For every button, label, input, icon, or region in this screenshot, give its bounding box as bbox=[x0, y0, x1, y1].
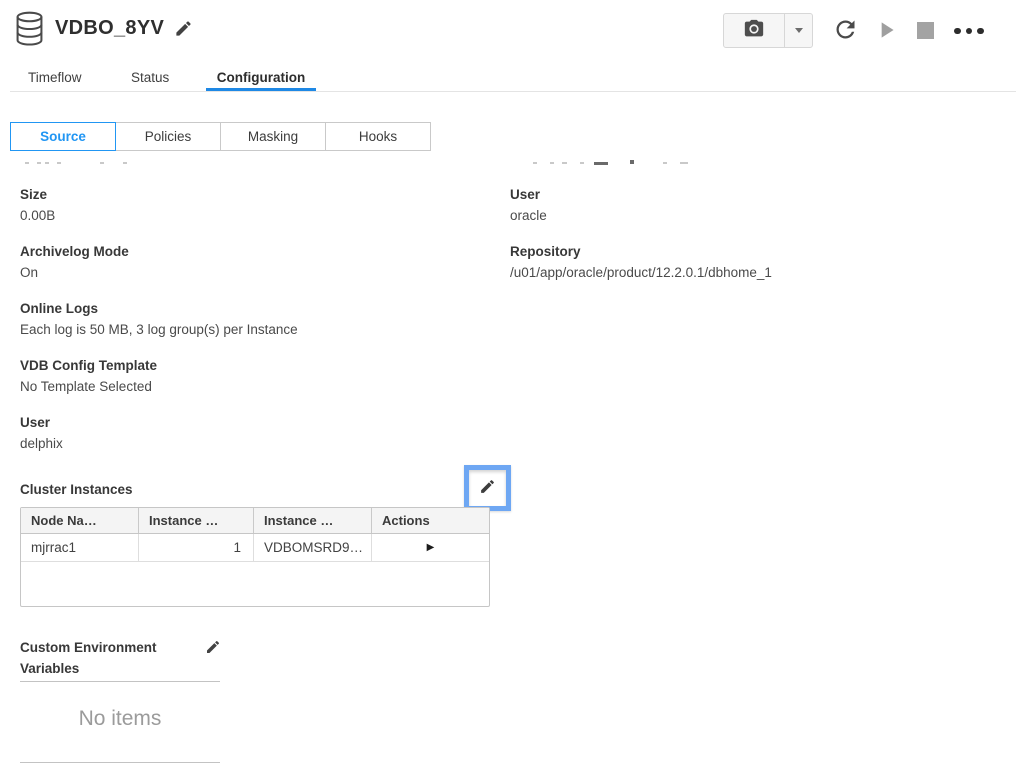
field-repository: Repository /u01/app/oracle/product/12.2.… bbox=[510, 241, 1000, 283]
database-icon bbox=[14, 11, 45, 53]
snapshot-options-button[interactable] bbox=[785, 14, 812, 47]
start-vdb-button[interactable] bbox=[872, 17, 900, 45]
subtab-source[interactable]: Source bbox=[10, 122, 116, 151]
custom-env-divider-top bbox=[20, 681, 220, 682]
play-icon bbox=[873, 17, 899, 46]
vdb-configuration-page: VDBO_8YV Timeflow Status C bbox=[0, 0, 1026, 769]
edit-cluster-instances-button[interactable] bbox=[464, 465, 511, 511]
field-vdb-config-template: VDB Config Template No Template Selected bbox=[20, 355, 490, 397]
field-label: Repository bbox=[510, 241, 1000, 262]
pencil-icon bbox=[479, 478, 496, 498]
column-header-actions[interactable]: Actions bbox=[372, 508, 489, 533]
custom-env-title-line1: Custom Environment bbox=[20, 637, 200, 658]
source-fields-right: User oracle Repository /u01/app/oracle/p… bbox=[510, 184, 1000, 298]
cell-instance-number: 1 bbox=[139, 534, 254, 561]
field-value: No Template Selected bbox=[20, 376, 490, 397]
page-title: VDBO_8YV bbox=[55, 17, 164, 40]
table-header-row: Node Na… Instance … Instance … Actions bbox=[21, 508, 489, 534]
field-value: /u01/app/oracle/product/12.2.0.1/dbhome_… bbox=[510, 262, 1000, 283]
field-archivelog-mode: Archivelog Mode On bbox=[20, 241, 490, 283]
field-label: Size bbox=[20, 184, 490, 205]
pencil-icon bbox=[174, 19, 193, 41]
subtab-policies[interactable]: Policies bbox=[115, 122, 221, 151]
tab-timeflow[interactable]: Timeflow bbox=[28, 70, 82, 85]
configuration-subtabs: Source Policies Masking Hooks bbox=[10, 122, 431, 151]
cell-instance-name: VDBOMSRD9… bbox=[254, 534, 372, 561]
pencil-icon bbox=[205, 639, 221, 658]
field-value: Each log is 50 MB, 3 log group(s) per In… bbox=[20, 319, 490, 340]
stop-vdb-button[interactable] bbox=[916, 21, 935, 40]
cell-node-name: mjrrac1 bbox=[21, 534, 139, 561]
custom-env-variables-title: Custom Environment Variables bbox=[20, 637, 200, 679]
field-label: Archivelog Mode bbox=[20, 241, 490, 262]
custom-env-divider-bottom bbox=[20, 762, 220, 763]
source-fields-left: Size 0.00B Archivelog Mode On Online Log… bbox=[20, 184, 490, 469]
column-header-node-name[interactable]: Node Na… bbox=[21, 508, 139, 533]
field-online-logs: Online Logs Each log is 50 MB, 3 log gro… bbox=[20, 298, 490, 340]
field-value: 0.00B bbox=[20, 205, 490, 226]
rename-vdb-button[interactable] bbox=[172, 19, 194, 41]
subtab-masking[interactable]: Masking bbox=[220, 122, 326, 151]
edit-custom-env-variables-button[interactable] bbox=[203, 638, 223, 658]
refresh-icon bbox=[832, 16, 859, 46]
more-actions-button[interactable] bbox=[951, 24, 987, 38]
field-value: oracle bbox=[510, 205, 1000, 226]
field-label: Online Logs bbox=[20, 298, 490, 319]
row-action-play-icon[interactable]: ▶ bbox=[372, 534, 489, 561]
field-label: VDB Config Template bbox=[20, 355, 490, 376]
caret-down-icon bbox=[795, 28, 803, 33]
field-user: User delphix bbox=[20, 412, 490, 454]
tabbar-divider bbox=[10, 91, 1016, 92]
snapshot-split-button bbox=[723, 13, 813, 48]
stop-icon bbox=[917, 22, 934, 39]
cluster-instances-table: Node Na… Instance … Instance … Actions m… bbox=[20, 507, 490, 607]
snapshot-button[interactable] bbox=[724, 14, 784, 47]
field-value: On bbox=[20, 262, 490, 283]
field-user-os: User oracle bbox=[510, 184, 1000, 226]
column-header-instance-name[interactable]: Instance … bbox=[254, 508, 372, 533]
field-label: User bbox=[20, 412, 490, 433]
subtab-hooks[interactable]: Hooks bbox=[325, 122, 431, 151]
cluster-instances-title: Cluster Instances bbox=[20, 482, 133, 497]
tab-status[interactable]: Status bbox=[131, 70, 169, 85]
custom-env-title-line2: Variables bbox=[20, 658, 200, 679]
tab-configuration[interactable]: Configuration bbox=[206, 70, 316, 85]
ellipsis-icon bbox=[954, 28, 961, 35]
refresh-button[interactable] bbox=[830, 16, 860, 46]
camera-icon bbox=[743, 18, 765, 43]
column-header-instance-number[interactable]: Instance … bbox=[139, 508, 254, 533]
custom-env-empty-text: No items bbox=[20, 707, 220, 731]
field-size: Size 0.00B bbox=[20, 184, 490, 226]
table-row[interactable]: mjrrac1 1 VDBOMSRD9… ▶ bbox=[21, 534, 489, 562]
field-value: delphix bbox=[20, 433, 490, 454]
field-label: User bbox=[510, 184, 1000, 205]
